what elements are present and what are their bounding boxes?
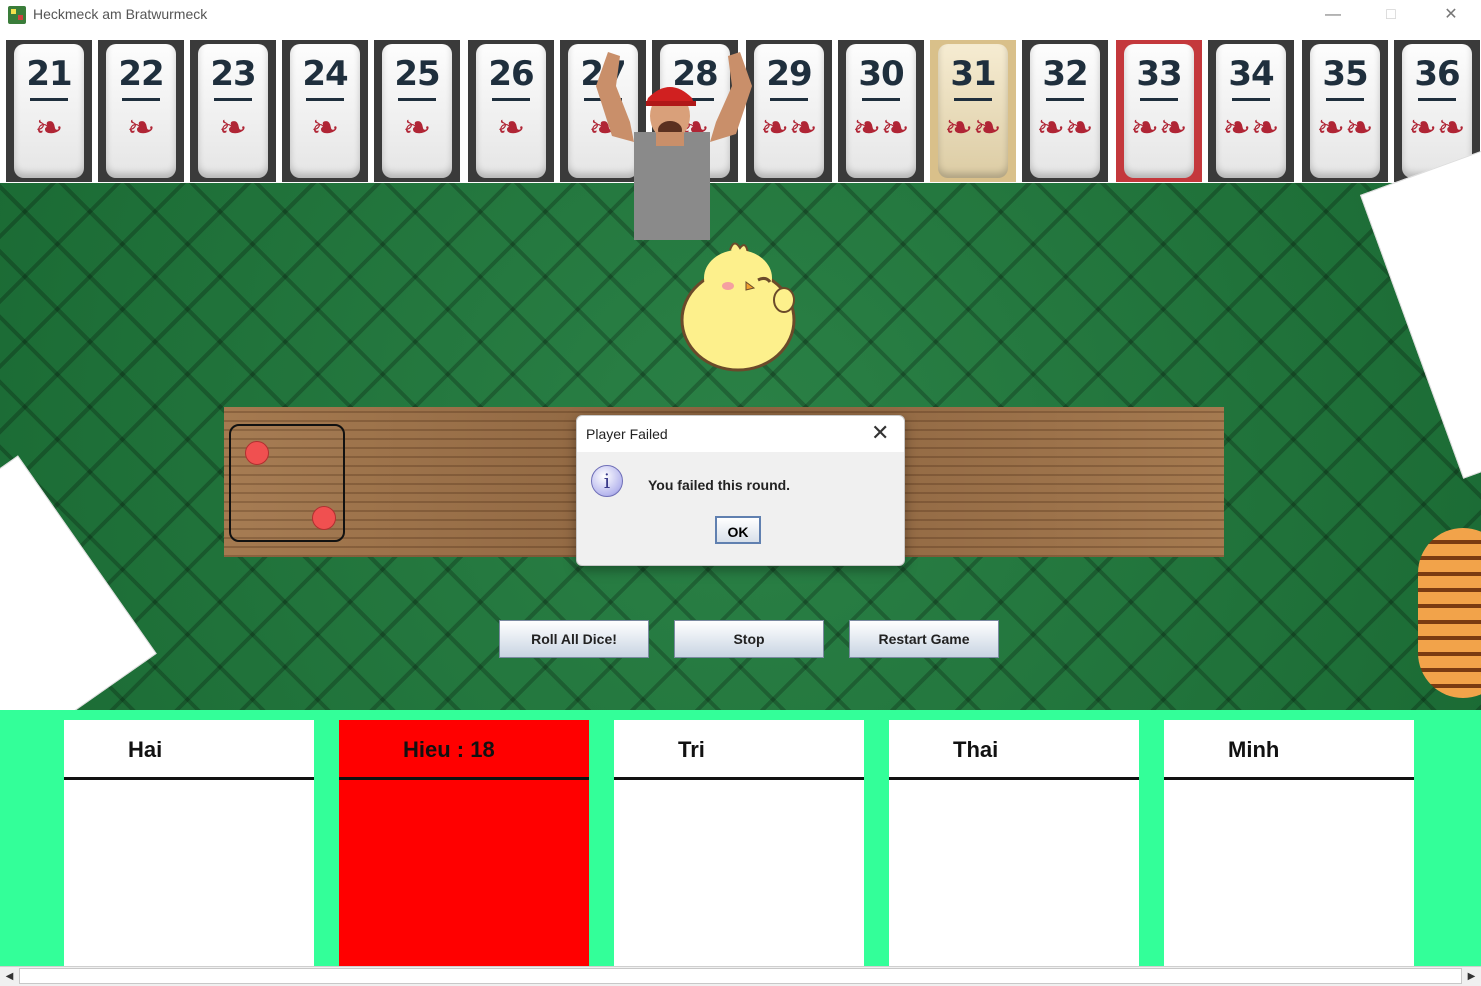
tile-22[interactable]: 22 ❧ — [98, 40, 184, 182]
tile-31[interactable]: 31 ❧❧ — [930, 40, 1016, 182]
tile-number: 26 — [488, 54, 534, 94]
die-pip — [245, 441, 269, 465]
tile-number: 31 — [950, 54, 996, 94]
ok-button[interactable]: OK — [715, 516, 761, 544]
minimize-button[interactable]: — — [1310, 0, 1356, 30]
tile-number: 33 — [1136, 54, 1182, 94]
tile-32[interactable]: 32 ❧❧ — [1022, 40, 1108, 182]
tile-24[interactable]: 24 ❧ — [282, 40, 368, 182]
dialog-message: You failed this round. — [648, 477, 791, 493]
worm-icon: ❧ — [126, 108, 156, 148]
player-panel-hieu: Hieu : 18 — [339, 720, 589, 966]
die-two[interactable] — [229, 424, 345, 542]
worm-icon: ❧ — [310, 108, 340, 148]
player-name: Tri — [614, 720, 864, 780]
tile-number: 23 — [210, 54, 256, 94]
die-pip — [312, 506, 336, 530]
player-panel-tri: Tri — [614, 720, 864, 966]
player-name: Hieu : 18 — [339, 720, 589, 780]
scrollbar-track[interactable] — [19, 968, 1462, 984]
player-name: Minh — [1164, 720, 1414, 780]
tile-25[interactable]: 25 ❧ — [374, 40, 460, 182]
tile-number: 34 — [1228, 54, 1274, 94]
worm-icon: ❧ — [402, 108, 432, 148]
info-icon: i — [591, 465, 623, 497]
restart-game-button[interactable]: Restart Game — [849, 620, 999, 658]
tile-30[interactable]: 30 ❧❧ — [838, 40, 924, 182]
tile-number: 30 — [858, 54, 904, 94]
worm-icon: ❧❧ — [1036, 108, 1094, 148]
scroll-left-icon[interactable]: ◀ — [0, 967, 19, 986]
tile-34[interactable]: 34 ❧❧ — [1208, 40, 1294, 182]
worm-icon: ❧ — [218, 108, 248, 148]
tile-number: 22 — [118, 54, 164, 94]
maximize-button[interactable]: □ — [1368, 0, 1414, 30]
tile-number: 29 — [766, 54, 812, 94]
player-panel-minh: Minh — [1164, 720, 1414, 966]
tile-33[interactable]: 33 ❧❧ — [1116, 40, 1202, 182]
window-title: Heckmeck am Bratwurmeck — [33, 6, 208, 22]
tile-number: 25 — [394, 54, 440, 94]
chick-mascot-image — [680, 242, 796, 372]
tile-26[interactable]: 26 ❧ — [468, 40, 554, 182]
close-window-button[interactable]: ✕ — [1428, 0, 1474, 30]
dialog-title: Player Failed — [586, 426, 668, 442]
poker-chips-image — [1418, 528, 1481, 698]
player-failed-dialog: Player Failed ✕ i You failed this round.… — [576, 415, 905, 566]
worm-icon: ❧❧ — [760, 108, 818, 148]
worm-icon: ❧❧ — [1316, 108, 1374, 148]
tile-number: 21 — [26, 54, 72, 94]
app-icon — [8, 6, 26, 24]
tile-21[interactable]: 21 ❧ — [6, 40, 92, 182]
tile-35[interactable]: 35 ❧❧ — [1302, 40, 1388, 182]
player-panel-hai: Hai — [64, 720, 314, 966]
worm-icon: ❧❧ — [1130, 108, 1188, 148]
dialog-close-icon[interactable]: ✕ — [871, 420, 889, 446]
stop-button[interactable]: Stop — [674, 620, 824, 658]
worm-icon: ❧❧ — [852, 108, 910, 148]
tile-23[interactable]: 23 ❧ — [190, 40, 276, 182]
scroll-right-icon[interactable]: ▶ — [1462, 967, 1481, 986]
tile-number: 36 — [1414, 54, 1460, 94]
worm-icon: ❧❧ — [1408, 108, 1466, 148]
player-panel-thai: Thai — [889, 720, 1139, 966]
player-area: Hai Hieu : 18 Tri Thai Minh — [0, 710, 1481, 966]
worm-icon: ❧ — [34, 108, 64, 148]
player-name: Thai — [889, 720, 1139, 780]
worm-icon: ❧ — [496, 108, 526, 148]
worm-icon: ❧❧ — [1222, 108, 1280, 148]
tile-number: 32 — [1042, 54, 1088, 94]
horizontal-scrollbar[interactable]: ◀ ▶ — [0, 966, 1481, 986]
worm-icon: ❧❧ — [944, 108, 1002, 148]
cheering-man-image — [596, 52, 752, 240]
player-name: Hai — [64, 720, 314, 780]
tile-number: 35 — [1322, 54, 1368, 94]
tile-number: 24 — [302, 54, 348, 94]
window-title-bar: Heckmeck am Bratwurmeck — □ ✕ — [0, 0, 1481, 30]
roll-all-dice-button[interactable]: Roll All Dice! — [499, 620, 649, 658]
